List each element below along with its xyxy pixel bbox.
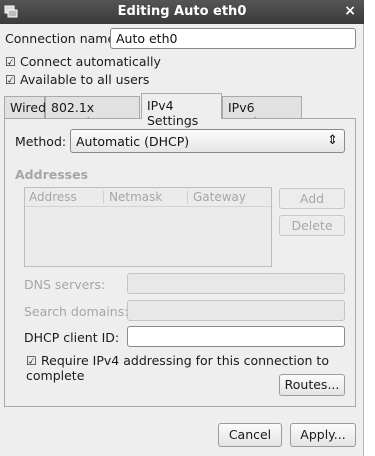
column-header-address: Address bbox=[29, 190, 77, 204]
method-select-value: Automatic (DHCP) bbox=[76, 134, 190, 149]
chevron-updown-icon: ⇕ bbox=[327, 133, 338, 148]
available-to-all-users-checkbox[interactable]: ☑ Available to all users bbox=[5, 72, 149, 87]
available-to-all-users-label: Available to all users bbox=[20, 72, 150, 87]
dns-servers-field[interactable] bbox=[127, 273, 345, 294]
method-label: Method: bbox=[15, 134, 67, 149]
dns-servers-label: DNS servers: bbox=[24, 277, 106, 292]
dhcp-client-id-label: DHCP client ID: bbox=[24, 330, 120, 345]
connection-name-field[interactable]: Auto eth0 bbox=[110, 28, 356, 49]
method-select[interactable]: Automatic (DHCP) ⇕ bbox=[70, 129, 345, 153]
dhcp-client-id-field[interactable] bbox=[127, 326, 345, 347]
close-button[interactable]: × bbox=[344, 3, 356, 19]
check-icon: ☑ bbox=[5, 73, 16, 87]
tab-8021x-security[interactable]: 802.1x Security bbox=[45, 96, 140, 130]
tab-wired[interactable]: Wired bbox=[4, 96, 46, 118]
column-header-gateway: Gateway bbox=[193, 190, 247, 204]
search-domains-field[interactable] bbox=[127, 300, 345, 321]
cancel-button[interactable]: Cancel bbox=[218, 423, 282, 447]
connect-automatically-checkbox[interactable]: ☑ Connect automatically bbox=[5, 54, 161, 69]
dialog-window: Editing Auto eth0 × Connection name: Aut… bbox=[0, 0, 364, 456]
window-title: Editing Auto eth0 bbox=[117, 4, 247, 19]
title-bar[interactable]: Editing Auto eth0 × bbox=[0, 0, 364, 24]
search-domains-label: Search domains: bbox=[24, 304, 129, 319]
connection-name-label: Connection name: bbox=[5, 31, 120, 46]
connect-automatically-label: Connect automatically bbox=[20, 54, 161, 69]
tab-ipv4-settings[interactable]: IPv4 Settings bbox=[141, 93, 222, 128]
column-header-netmask: Netmask bbox=[109, 190, 163, 204]
routes-button[interactable]: Routes... bbox=[279, 374, 345, 396]
tab-ipv6-settings[interactable]: IPv6 Settings bbox=[222, 96, 302, 130]
check-icon: ☑ bbox=[26, 354, 37, 368]
column-separator bbox=[187, 191, 188, 203]
addresses-table[interactable]: Address Netmask Gateway bbox=[24, 187, 272, 267]
column-separator bbox=[103, 191, 104, 203]
table-header-divider bbox=[25, 206, 271, 207]
addresses-section-title: Addresses bbox=[15, 167, 89, 182]
apply-button[interactable]: Apply... bbox=[290, 423, 356, 447]
delete-address-button[interactable]: Delete bbox=[279, 215, 345, 236]
add-address-button[interactable]: Add bbox=[279, 188, 345, 209]
check-icon: ☑ bbox=[5, 55, 16, 69]
